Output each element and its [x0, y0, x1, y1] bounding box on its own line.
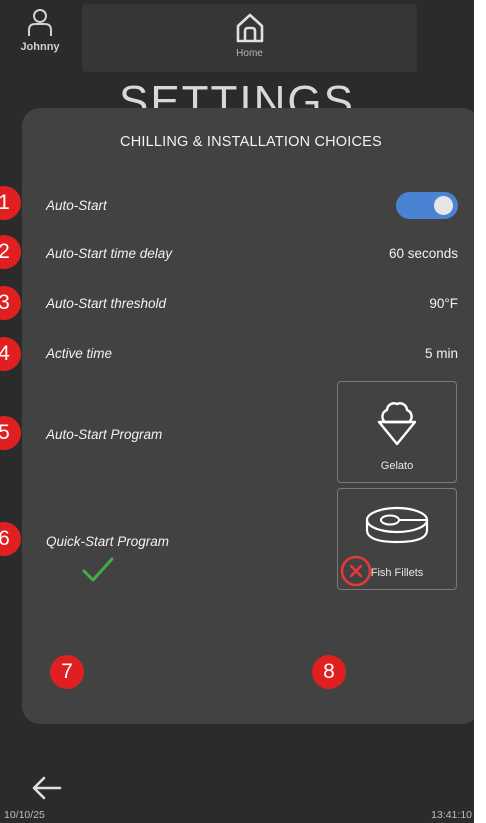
close-circle-icon [340, 555, 372, 587]
user-button[interactable]: Johnny [10, 8, 70, 68]
badge-8: 8 [312, 655, 346, 689]
home-icon [236, 13, 263, 43]
auto-start-label: Auto-Start [46, 198, 107, 213]
auto-start-threshold-label: Auto-Start threshold [46, 296, 167, 311]
current-time: 13:41:10 [431, 809, 472, 821]
badge-7: 7 [50, 655, 84, 689]
auto-start-delay-value[interactable]: 60 seconds [389, 246, 458, 261]
back-button[interactable] [30, 775, 62, 801]
toggle-knob [434, 196, 453, 215]
quick-start-program-label: Quick-Start Program [46, 534, 170, 549]
auto-start-program-card[interactable]: Gelato [337, 381, 457, 483]
cancel-button[interactable] [339, 554, 373, 588]
auto-start-threshold-value[interactable]: 90°F [429, 296, 458, 311]
auto-start-program-name: Gelato [380, 460, 414, 472]
current-date: 10/10/25 [4, 809, 45, 821]
user-icon [28, 9, 52, 36]
home-button[interactable]: Home [82, 4, 417, 72]
fish-fillet-icon [365, 506, 429, 544]
chilling-installation-dialog: CHILLING & INSTALLATION CHOICES Auto-Sta… [22, 108, 474, 724]
user-name: Johnny [20, 41, 60, 53]
auto-start-delay-label: Auto-Start time delay [46, 246, 173, 261]
auto-start-program-label: Auto-Start Program [46, 427, 163, 442]
active-time-value[interactable]: 5 min [425, 346, 458, 361]
confirm-button[interactable] [80, 553, 116, 585]
back-arrow-icon [32, 776, 62, 800]
chiller-screen: Johnny Home SETTINGS CHILLING & INSTALLA… [0, 0, 474, 823]
auto-start-toggle[interactable] [396, 192, 458, 219]
dialog-title: CHILLING & INSTALLATION CHOICES [120, 134, 382, 150]
checkmark-icon [82, 557, 114, 582]
home-label: Home [236, 48, 263, 59]
active-time-label: Active time [46, 346, 113, 361]
ice-cream-icon [377, 402, 417, 446]
